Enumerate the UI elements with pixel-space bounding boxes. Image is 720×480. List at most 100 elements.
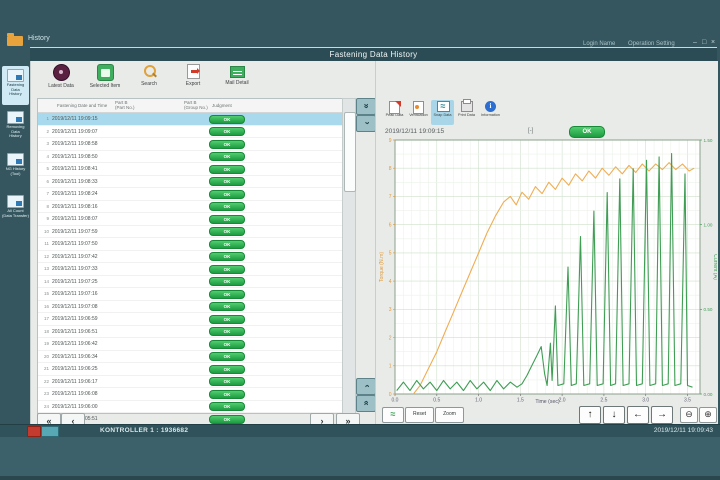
judgment-badge[interactable]: OK <box>209 127 245 136</box>
verification-icon <box>413 101 424 114</box>
detail-tool-label: Information <box>479 113 502 117</box>
status-channel-button[interactable] <box>41 426 59 437</box>
judgment-badge[interactable]: OK <box>209 415 245 424</box>
judgment-badge[interactable]: OK <box>209 252 245 261</box>
pan-up-button[interactable]: ↑ <box>579 406 601 424</box>
table-row[interactable]: 6 2019/12/11 19:08:33 OK <box>38 176 342 189</box>
judgment-badge[interactable]: OK <box>209 140 245 149</box>
sidebar-item-removing-data[interactable]: Removing Data History <box>2 108 29 147</box>
scroll-top-button[interactable]: « <box>356 98 376 115</box>
judgment-badge[interactable]: OK <box>209 315 245 324</box>
judgment-badge[interactable]: OK <box>209 190 245 199</box>
information-button[interactable]: i Information <box>479 100 502 125</box>
judgment-badge[interactable]: OK <box>209 340 245 349</box>
minimize-button[interactable]: – <box>693 39 697 46</box>
curve-mode-button[interactable]: ≈ <box>382 407 404 423</box>
table-row[interactable]: 11 2019/12/11 19:07:50 OK <box>38 238 342 251</box>
judgment-badge[interactable]: OK <box>209 365 245 374</box>
scroll-bottom-button[interactable]: » <box>356 395 376 412</box>
table-row[interactable]: 15 2019/12/11 19:07:16 OK <box>38 288 342 301</box>
judgment-badge[interactable]: OK <box>209 290 245 299</box>
table-row[interactable]: 14 2019/12/11 19:07:25 OK <box>38 276 342 289</box>
row-datetime: 2019/12/11 19:08:50 <box>52 154 98 160</box>
table-row[interactable]: 7 2019/12/11 19:08:24 OK <box>38 188 342 201</box>
judgment-badge[interactable]: OK <box>209 215 245 224</box>
table-row[interactable]: 1 2019/12/11 19:09:15 OK <box>38 113 342 126</box>
double-chevron-up-icon: « <box>359 103 373 108</box>
table-row[interactable]: 8 2019/12/11 19:08:16 OK <box>38 201 342 214</box>
sidebar-item-ng-history[interactable]: NG History (Tool) <box>2 150 29 189</box>
judgment-badge[interactable]: OK <box>209 152 245 161</box>
pan-down-button[interactable]: ↓ <box>603 406 625 424</box>
table-row[interactable]: 16 2019/12/11 19:07:08 OK <box>38 301 342 314</box>
row-datetime: 2019/12/11 19:08:33 <box>52 179 98 185</box>
judgment-badge[interactable]: OK <box>209 165 245 174</box>
table-row[interactable]: 12 2019/12/11 19:07:42 OK <box>38 251 342 264</box>
scroll-up-button[interactable]: ‹ <box>356 115 376 132</box>
table-row[interactable]: 19 2019/12/11 19:06:42 OK <box>38 338 342 351</box>
snap-data-button[interactable]: ≈ Snap Data <box>431 100 454 125</box>
judgment-badge[interactable]: OK <box>209 352 245 361</box>
judgment-badge[interactable]: OK <box>209 390 245 399</box>
table-row[interactable]: 22 2019/12/11 19:06:17 OK <box>38 376 342 389</box>
table-row[interactable]: 9 2019/12/11 19:08:07 OK <box>38 213 342 226</box>
table-row[interactable]: 21 2019/12/11 19:06:25 OK <box>38 363 342 376</box>
table-row[interactable]: 3 2019/12/11 19:08:58 OK <box>38 138 342 151</box>
table-row[interactable]: 24 2019/12/11 19:06:00 OK <box>38 401 342 414</box>
sidebar-item-all-count[interactable]: All Count (Data Transfer) <box>2 192 29 231</box>
verification-button[interactable]: Verification <box>407 100 430 125</box>
scroll-down-button[interactable]: › <box>356 378 376 395</box>
detail-tool-label: Snap Data <box>431 113 454 117</box>
zoom-in-button[interactable]: ⊕ <box>699 407 717 423</box>
row-datetime: 2019/12/11 19:06:25 <box>52 366 98 372</box>
table-row[interactable]: 18 2019/12/11 19:06:51 OK <box>38 326 342 339</box>
svg-text:0.5: 0.5 <box>433 398 440 404</box>
table-row[interactable]: 13 2019/12/11 19:07:33 OK <box>38 263 342 276</box>
search-button[interactable]: Search <box>127 64 171 96</box>
reset-button[interactable]: Reset <box>405 407 434 423</box>
torque-chart[interactable]: 0.00.51.01.52.02.53.03.501234567890.000.… <box>378 138 717 404</box>
tab-history[interactable]: History <box>28 35 50 42</box>
judgment-badge[interactable]: OK <box>209 327 245 336</box>
zoom-button[interactable]: Zoom <box>435 407 464 423</box>
table-row[interactable]: 23 2019/12/11 19:06:08 OK <box>38 388 342 401</box>
status-stop-button[interactable] <box>27 426 41 437</box>
peak-data-button[interactable]: Peak Data <box>383 100 406 125</box>
judgment-badge[interactable]: OK <box>209 302 245 311</box>
mail-detail-button[interactable]: Mail Detail <box>215 64 259 96</box>
scrollbar-thumb[interactable] <box>344 112 356 192</box>
table-row[interactable]: 2 2019/12/11 19:09:07 OK <box>38 126 342 139</box>
judgment-badge[interactable]: OK <box>209 277 245 286</box>
pan-right-button[interactable]: → <box>651 406 673 424</box>
row-datetime: 2019/12/11 19:06:08 <box>52 391 98 397</box>
selected-item-button[interactable]: Selected Item <box>83 64 127 96</box>
pan-left-button[interactable]: ← <box>627 406 649 424</box>
table-row[interactable]: 4 2019/12/11 19:08:50 OK <box>38 151 342 164</box>
chevron-down-icon: › <box>359 385 373 388</box>
table-row[interactable]: 5 2019/12/11 19:08:41 OK <box>38 163 342 176</box>
svg-text:9: 9 <box>389 138 392 144</box>
table-row[interactable]: 17 2019/12/11 19:06:59 OK <box>38 313 342 326</box>
judgment-badge[interactable]: OK <box>209 402 245 411</box>
row-datetime: 2019/12/11 19:08:16 <box>52 204 98 210</box>
judgment-badge[interactable]: OK <box>209 202 245 211</box>
zoom-out-button[interactable]: ⊖ <box>680 407 698 423</box>
maximize-button[interactable]: □ <box>702 39 706 46</box>
print-data-button[interactable]: Print Data <box>455 100 478 125</box>
judgment-badge[interactable]: OK <box>209 377 245 386</box>
svg-text:1.00: 1.00 <box>704 222 713 227</box>
sidebar-item-fastening-data[interactable]: Fastening Data History <box>2 66 29 105</box>
table-row[interactable]: 10 2019/12/11 19:07:59 OK <box>38 226 342 239</box>
table-row[interactable]: 20 2019/12/11 19:06:34 OK <box>38 351 342 364</box>
judgment-badge[interactable]: OK <box>209 227 245 236</box>
judgment-badge[interactable]: OK <box>209 177 245 186</box>
table-body: 1 2019/12/11 19:09:15 OK 2 2019/12/11 19… <box>38 113 342 412</box>
judgment-badge[interactable]: OK <box>209 115 245 124</box>
row-datetime: 2019/12/11 19:09:07 <box>52 129 98 135</box>
close-button[interactable]: × <box>711 39 715 46</box>
latest-data-button[interactable]: Latest Data <box>39 64 83 96</box>
export-button[interactable]: Export <box>171 64 215 96</box>
judgment-badge[interactable]: OK <box>209 240 245 249</box>
judgment-badge[interactable]: OK <box>209 265 245 274</box>
snap-data-icon: ≈ <box>437 101 450 112</box>
